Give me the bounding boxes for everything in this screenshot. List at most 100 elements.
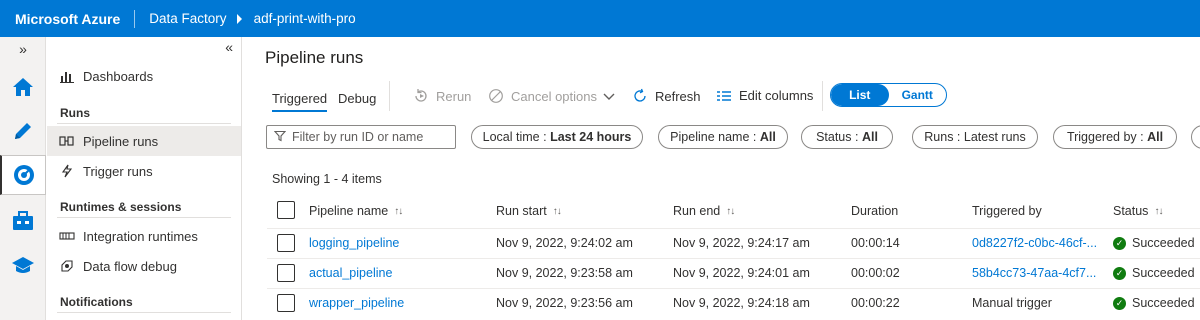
triggered-by-link[interactable]: 58b4cc73-47aa-4cf7... [972,266,1096,280]
nav-data-flow-debug[interactable]: Data flow debug [47,251,241,281]
col-duration-label: Duration [851,204,899,218]
breadcrumb-service[interactable]: Data Factory [149,11,226,26]
topbar-divider [134,9,136,28]
filter-status-label: Status : [816,130,859,144]
col-triggered-by[interactable]: Triggered by [972,204,1042,218]
success-check-icon: ✓ [1113,266,1126,280]
edit-columns-label: Edit columns [739,88,814,103]
nav-heading-notifications: Notifications [60,295,133,309]
list-view-button[interactable]: List [831,84,889,106]
dashboard-chart-icon [59,68,75,84]
expand-rail-icon[interactable]: » [0,37,46,61]
toolbar-divider [822,81,823,111]
status-cell: ✓ Succeeded [1113,266,1195,280]
row-divider [267,258,1200,259]
refresh-button[interactable]: Refresh [632,88,701,104]
nav-dashboards[interactable]: Dashboards [47,61,241,91]
col-pipeline-name-label: Pipeline name [309,204,389,218]
trigger-bolt-icon [59,163,75,179]
breadcrumb-factory[interactable]: adf-print-with-pro [254,11,356,26]
status-text: Succeeded [1132,236,1195,250]
filter-input[interactable] [292,130,452,144]
filter-triggered-by-value: All [1147,130,1164,144]
nav-integration-runtimes-label: Integration runtimes [83,228,198,244]
brand-title[interactable]: Microsoft Azure [0,11,120,27]
pipeline-icon [59,133,75,149]
rerun-icon [413,88,429,104]
row-divider [267,288,1200,289]
refresh-label: Refresh [655,88,701,104]
row-checkbox[interactable] [277,294,295,312]
filter-triggered-by[interactable]: Triggered by : All [1053,125,1177,149]
select-all-checkbox[interactable] [277,201,295,219]
author-pencil-icon[interactable] [0,111,46,151]
run-start-cell: Nov 9, 2022, 9:24:02 am [496,236,633,250]
toolbar-divider [389,81,390,111]
nav-pipeline-runs-label: Pipeline runs [83,133,159,149]
filter-funnel-icon [273,130,287,145]
learning-hat-icon[interactable] [0,245,46,285]
rerun-button[interactable]: Rerun [413,88,471,104]
cancel-options-button[interactable]: Cancel options [488,88,615,104]
status-cell: ✓ Succeeded [1113,236,1195,250]
monitor-icon[interactable] [0,155,46,195]
tab-triggered[interactable]: Triggered [272,91,328,112]
view-toggle: List Gantt [830,83,947,107]
run-end-cell: Nov 9, 2022, 9:24:01 am [673,266,810,280]
nav-pipeline-runs[interactable]: Pipeline runs [47,126,241,156]
edit-columns-icon [716,90,732,102]
filter-more[interactable] [1191,125,1200,149]
filter-local-time[interactable]: Local time : Last 24 hours [471,125,643,149]
filter-runs[interactable]: Runs : Latest runs [912,125,1038,149]
filter-local-time-value: Last 24 hours [550,130,632,144]
col-run-end-label: Run end [673,204,721,218]
pipeline-name-link[interactable]: actual_pipeline [309,266,392,280]
success-check-icon: ✓ [1113,296,1126,310]
filter-pipeline-name[interactable]: Pipeline name : All [658,125,788,149]
data-flow-debug-icon [59,258,75,274]
nav-dashboards-label: Dashboards [83,68,154,84]
success-check-icon: ✓ [1113,236,1126,250]
filter-local-time-label: Local time : [482,130,547,144]
triggered-by-link[interactable]: 0d8227f2-c0bc-46cf-... [972,236,1097,250]
nav-divider [57,312,231,313]
filter-status[interactable]: Status : All [801,125,893,149]
edit-columns-button[interactable]: Edit columns [716,88,813,103]
pipeline-name-link[interactable]: wrapper_pipeline [309,296,404,310]
run-end-cell: Nov 9, 2022, 9:24:18 am [673,296,810,310]
run-start-cell: Nov 9, 2022, 9:23:58 am [496,266,633,280]
breadcrumb-arrow-icon [236,13,242,24]
nav-trigger-runs-label: Trigger runs [83,163,153,179]
col-run-start-label: Run start [496,204,547,218]
duration-cell: 00:00:02 [851,266,900,280]
manage-toolbox-icon[interactable] [0,201,46,241]
cancel-circle-icon [488,88,504,104]
col-run-end[interactable]: Run end ↑↓ [673,204,735,218]
chevron-down-icon [603,89,615,104]
row-checkbox[interactable] [277,264,295,282]
col-run-start[interactable]: Run start ↑↓ [496,204,562,218]
tab-debug[interactable]: Debug [338,91,376,106]
col-duration[interactable]: Duration [851,204,898,218]
icon-rail: » [0,37,46,320]
status-cell: ✓ Succeeded [1113,296,1195,310]
sort-icon: ↑↓ [552,205,562,217]
monitor-nav: « Dashboards Runs Pipeline runs Trigger … [47,37,242,320]
col-status-label: Status [1113,204,1149,218]
col-status[interactable]: Status ↑↓ [1113,204,1163,218]
nav-integration-runtimes[interactable]: Integration runtimes [47,221,241,251]
filter-status-value: All [861,130,878,144]
collapse-nav-icon[interactable]: « [225,39,233,55]
top-bar: Microsoft Azure Data Factory adf-print-w… [0,0,1200,37]
triggered-by-cell: Manual trigger [972,296,1052,310]
pipeline-name-link[interactable]: logging_pipeline [309,236,399,250]
row-checkbox[interactable] [277,234,295,252]
sort-icon: ↑↓ [1154,205,1163,217]
rerun-label: Rerun [436,88,472,104]
gantt-view-button[interactable]: Gantt [889,84,947,106]
nav-divider [57,217,231,218]
filter-search-box[interactable] [266,125,456,149]
nav-trigger-runs[interactable]: Trigger runs [47,156,241,186]
home-icon[interactable] [0,67,46,107]
col-pipeline-name[interactable]: Pipeline name ↑↓ [309,204,403,218]
